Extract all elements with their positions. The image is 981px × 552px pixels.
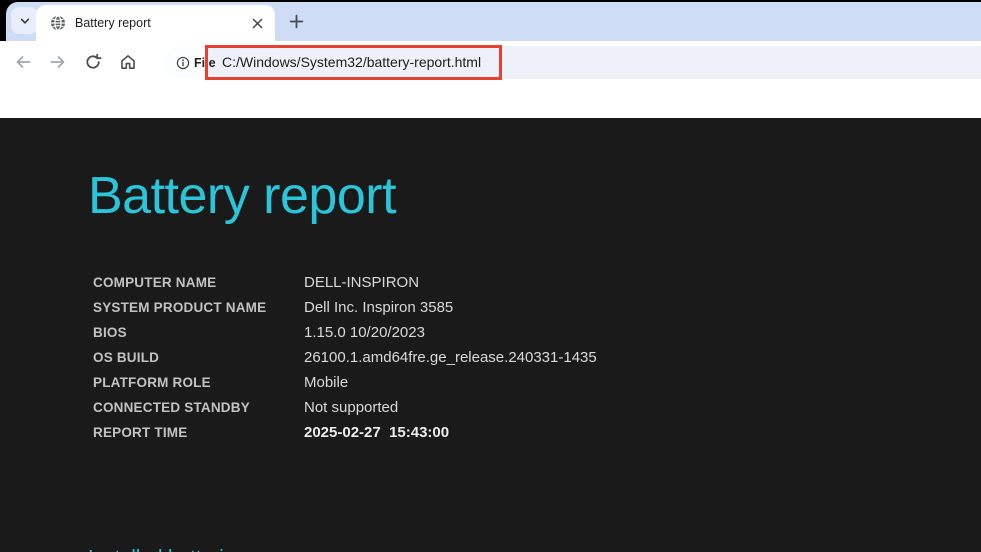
home-button[interactable] bbox=[118, 52, 138, 72]
info-label: SYSTEM PRODUCT NAME bbox=[93, 300, 267, 315]
reload-button[interactable] bbox=[83, 52, 103, 72]
info-value: 1.15.0 10/20/2023 bbox=[304, 324, 425, 341]
plus-icon bbox=[289, 14, 304, 29]
home-icon bbox=[119, 53, 137, 71]
back-button[interactable] bbox=[13, 52, 33, 72]
file-scheme-chip[interactable]: File bbox=[165, 46, 216, 79]
address-bar[interactable]: File C:/Windows/System32/battery-report.… bbox=[165, 46, 981, 79]
info-value: 26100.1.amd64fre.ge_release.240331-1435 bbox=[304, 349, 597, 366]
browser-window: Battery report File C:/Windows/System32/… bbox=[0, 0, 981, 552]
info-label: CONNECTED STANDBY bbox=[93, 400, 250, 415]
info-value-report-time: 2025-02-27 15:43:00 bbox=[304, 424, 450, 441]
table-row: SYSTEM PRODUCT NAME Dell Inc. Inspiron 3… bbox=[93, 295, 597, 320]
table-row: REPORT TIME 2025-02-27 15:43:00 bbox=[93, 420, 597, 445]
close-tab-button[interactable] bbox=[250, 16, 264, 30]
table-row: PLATFORM ROLE Mobile bbox=[93, 370, 597, 395]
chevron-down-icon bbox=[19, 15, 31, 27]
file-chip-label: File bbox=[194, 55, 216, 70]
table-row: COMPUTER NAME DELL-INSPIRON bbox=[93, 270, 597, 295]
arrow-left-icon bbox=[14, 53, 32, 71]
new-tab-button[interactable] bbox=[282, 7, 310, 35]
page-title: Battery report bbox=[88, 167, 397, 225]
info-value: Not supported bbox=[304, 399, 399, 416]
tab-strip: Battery report bbox=[6, 2, 981, 41]
info-value: Mobile bbox=[304, 374, 349, 391]
info-label: REPORT TIME bbox=[93, 425, 188, 440]
tab-search-button[interactable] bbox=[11, 7, 38, 34]
page-content: Battery report COMPUTER NAME DELL-INSPIR… bbox=[0, 118, 981, 552]
system-info-table: COMPUTER NAME DELL-INSPIRON SYSTEM PRODU… bbox=[93, 270, 597, 445]
table-row: CONNECTED STANDBY Not supported bbox=[93, 395, 597, 420]
section-title-installed-batteries: Installed batteries bbox=[88, 547, 245, 552]
info-icon bbox=[176, 56, 190, 70]
arrow-right-icon bbox=[49, 53, 67, 71]
browser-tab[interactable]: Battery report bbox=[36, 5, 275, 41]
forward-button[interactable] bbox=[48, 52, 68, 72]
reload-icon bbox=[84, 53, 102, 71]
url-text[interactable]: C:/Windows/System32/battery-report.html bbox=[222, 46, 481, 79]
table-row: OS BUILD 26100.1.amd64fre.ge_release.240… bbox=[93, 345, 597, 370]
info-label: BIOS bbox=[93, 325, 127, 340]
tab-title: Battery report bbox=[75, 16, 151, 30]
info-value: Dell Inc. Inspiron 3585 bbox=[304, 299, 454, 316]
info-label: COMPUTER NAME bbox=[93, 275, 217, 290]
globe-icon bbox=[50, 15, 66, 31]
browser-toolbar: File C:/Windows/System32/battery-report.… bbox=[0, 41, 981, 118]
info-label: OS BUILD bbox=[93, 350, 160, 365]
info-label: PLATFORM ROLE bbox=[93, 375, 211, 390]
info-value: DELL-INSPIRON bbox=[304, 274, 420, 291]
table-row: BIOS 1.15.0 10/20/2023 bbox=[93, 320, 597, 345]
